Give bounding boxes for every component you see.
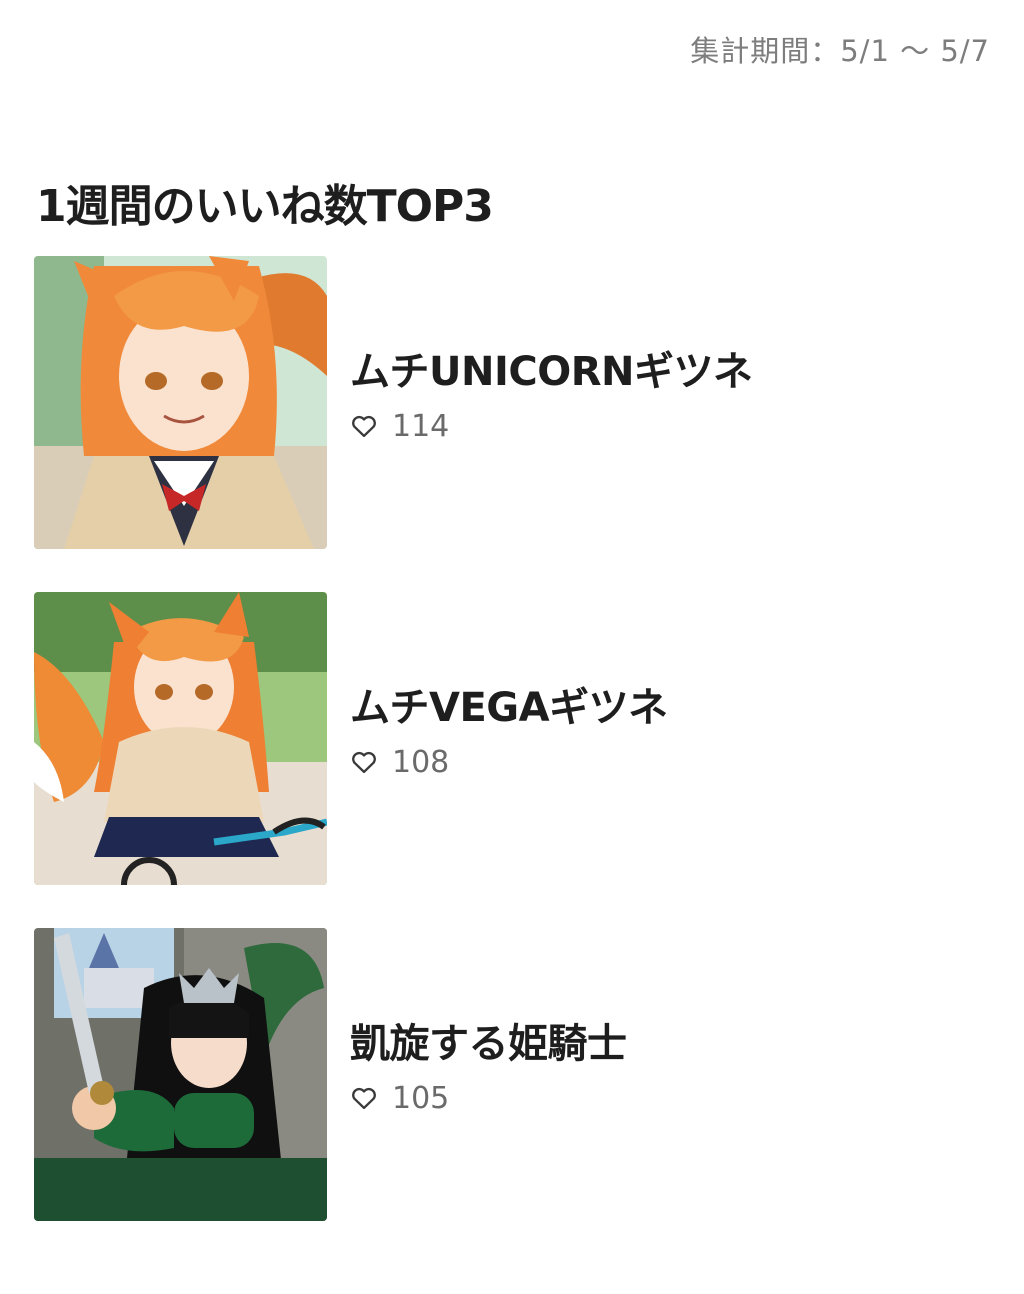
like-count: 108	[392, 744, 450, 780]
thumbnail-image[interactable]	[34, 256, 327, 549]
like-count-row: 108	[350, 744, 668, 780]
ranking-list: ムチUNICORNギツネ 114 ムチVEGAギツネ 108 凱旋する姫騎士 1…	[34, 256, 994, 1264]
item-title[interactable]: ムチVEGAギツネ	[350, 684, 668, 732]
heart-outline-icon[interactable]	[350, 412, 378, 440]
ranking-item[interactable]: ムチUNICORNギツネ 114	[34, 256, 994, 592]
thumbnail-image[interactable]	[34, 592, 327, 885]
item-info: ムチVEGAギツネ 108	[350, 684, 668, 780]
aggregation-period: 集計期間：5/1 〜 5/7	[690, 34, 990, 68]
like-count-row: 114	[350, 408, 752, 444]
item-info: 凱旋する姫騎士 105	[350, 1020, 627, 1116]
thumbnail-image[interactable]	[34, 928, 327, 1221]
item-title[interactable]: 凱旋する姫騎士	[350, 1020, 627, 1068]
like-count: 114	[392, 408, 450, 444]
ranking-item[interactable]: ムチVEGAギツネ 108	[34, 592, 994, 928]
ranking-item[interactable]: 凱旋する姫騎士 105	[34, 928, 994, 1264]
heart-outline-icon[interactable]	[350, 748, 378, 776]
item-info: ムチUNICORNギツネ 114	[350, 348, 753, 444]
like-count: 105	[392, 1080, 450, 1116]
like-count-row: 105	[350, 1080, 627, 1116]
section-title: 1週間のいいね数TOP3	[36, 181, 494, 232]
item-title[interactable]: ムチUNICORNギツネ	[350, 348, 753, 396]
heart-outline-icon[interactable]	[350, 1084, 378, 1112]
